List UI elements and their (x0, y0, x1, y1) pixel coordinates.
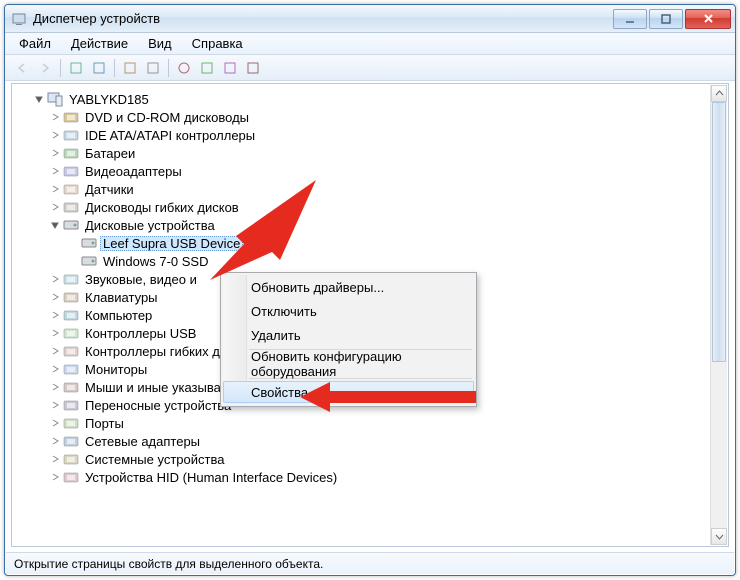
tree-item[interactable]: Видеоадаптеры (16, 162, 724, 180)
menu-help[interactable]: Справка (184, 34, 251, 53)
vertical-scrollbar[interactable] (710, 85, 727, 545)
scroll-up-button[interactable] (711, 85, 727, 102)
status-text: Открытие страницы свойств для выделенног… (14, 557, 323, 571)
tree-item[interactable]: Порты (16, 414, 724, 432)
tree-item[interactable]: Батареи (16, 144, 724, 162)
tree-item[interactable]: Сетевые адаптеры (16, 432, 724, 450)
toolbar-icon[interactable] (142, 57, 164, 79)
minimize-button[interactable] (613, 9, 647, 29)
tree-item[interactable]: Дисководы гибких дисков (16, 198, 724, 216)
app-icon (11, 11, 27, 27)
toolbar (5, 55, 735, 81)
menubar: Файл Действие Вид Справка (5, 33, 735, 55)
back-button[interactable] (11, 57, 33, 79)
toolbar-icon[interactable] (119, 57, 141, 79)
ctx-scan-hardware[interactable]: Обновить конфигурацию оборудования (223, 352, 474, 376)
tree-root[interactable]: YABLYKD185 (16, 90, 724, 108)
menu-file[interactable]: Файл (11, 34, 59, 53)
tree-item[interactable]: Системные устройства (16, 450, 724, 468)
statusbar: Открытие страницы свойств для выделенног… (6, 552, 734, 574)
tree-item[interactable]: Windows 7-0 SSD (16, 252, 724, 270)
ctx-uninstall[interactable]: Удалить (223, 323, 474, 347)
context-menu: Обновить драйверы... Отключить Удалить О… (220, 272, 477, 407)
toolbar-icon[interactable] (196, 57, 218, 79)
ctx-update-drivers[interactable]: Обновить драйверы... (223, 275, 474, 299)
titlebar: Диспетчер устройств (5, 5, 735, 33)
tree-item[interactable]: Leef Supra USB Device (16, 234, 724, 252)
tree-item[interactable]: Датчики (16, 180, 724, 198)
close-button[interactable] (685, 9, 731, 29)
window-title: Диспетчер устройств (33, 11, 613, 26)
scroll-thumb[interactable] (712, 102, 726, 362)
tree-item[interactable]: Устройства HID (Human Interface Devices) (16, 468, 724, 486)
menu-view[interactable]: Вид (140, 34, 180, 53)
maximize-button[interactable] (649, 9, 683, 29)
scroll-down-button[interactable] (711, 528, 727, 545)
toolbar-icon[interactable] (88, 57, 110, 79)
tree-item[interactable]: Дисковые устройства (16, 216, 724, 234)
toolbar-icon[interactable] (65, 57, 87, 79)
ctx-disable[interactable]: Отключить (223, 299, 474, 323)
toolbar-icon[interactable] (173, 57, 195, 79)
forward-button[interactable] (34, 57, 56, 79)
menu-action[interactable]: Действие (63, 34, 136, 53)
ctx-properties[interactable]: Свойства (223, 381, 474, 403)
tree-item[interactable]: IDE ATA/ATAPI контроллеры (16, 126, 724, 144)
tree-item[interactable]: DVD и CD-ROM дисководы (16, 108, 724, 126)
toolbar-icon[interactable] (242, 57, 264, 79)
toolbar-icon[interactable] (219, 57, 241, 79)
